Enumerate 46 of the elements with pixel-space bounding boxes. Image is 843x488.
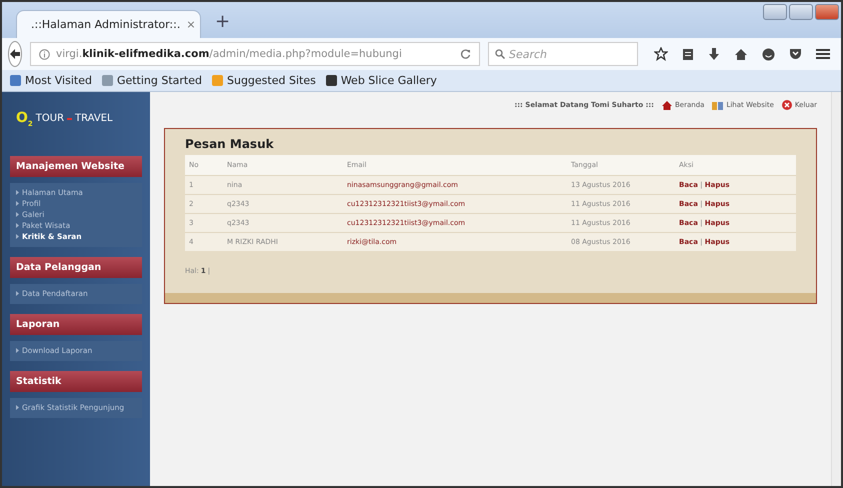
- new-tab-button[interactable]: +: [215, 11, 230, 32]
- bookmark-link[interactable]: Most Visited: [10, 74, 92, 87]
- bookmark-icon: [10, 75, 21, 86]
- house-icon: [662, 100, 672, 110]
- star-icon[interactable]: [654, 47, 668, 61]
- back-arrow-icon: [9, 48, 21, 60]
- bookmark-icon: [212, 75, 223, 86]
- reload-icon[interactable]: [460, 48, 471, 60]
- panel-title: Pesan Masuk: [185, 137, 275, 151]
- book-icon: [712, 100, 724, 110]
- clipboard-icon[interactable]: [682, 47, 694, 61]
- bullet-icon: [16, 201, 19, 206]
- bookmark-icon: [102, 75, 113, 86]
- bullet-icon: [16, 223, 19, 228]
- bookmark-link[interactable]: Suggested Sites: [212, 74, 316, 87]
- sidebar-section-title: Manajemen Website: [10, 156, 142, 177]
- site-logo: O$_{2}$ TOUR TRAVEL: [16, 110, 114, 128]
- home-icon[interactable]: [734, 48, 748, 60]
- minimize-button[interactable]: [763, 4, 787, 20]
- search-icon: [495, 49, 505, 59]
- maximize-button[interactable]: [789, 4, 813, 20]
- download-icon[interactable]: [708, 47, 720, 61]
- tab-close-button[interactable]: ×: [186, 18, 196, 31]
- browser-tab[interactable]: .::Halaman Administrator::. ×: [16, 10, 201, 38]
- bullet-icon: [16, 234, 19, 240]
- bullet-icon: [16, 212, 19, 218]
- sidebar-section-title: Laporan: [10, 314, 142, 335]
- sidebar-section-title: Data Pelanggan: [10, 256, 142, 278]
- dash-icon: [67, 118, 72, 120]
- menu-icon[interactable]: [816, 48, 830, 60]
- bullet-icon: [16, 190, 19, 196]
- bookmark-link[interactable]: Web Slice Gallery: [326, 74, 437, 87]
- bookmark-link[interactable]: Getting Started: [102, 74, 202, 87]
- pocket-icon[interactable]: [789, 48, 802, 60]
- tab-title: .::Halaman Administrator::.: [31, 18, 180, 31]
- bullet-icon: [16, 348, 19, 354]
- info-icon: [39, 48, 50, 60]
- bullet-icon: [16, 405, 19, 410]
- sidebar-section-title: Statistik: [10, 370, 142, 392]
- smiley-icon[interactable]: [762, 48, 775, 60]
- close-icon: [782, 100, 792, 110]
- address-bar[interactable]: virgi.klinik-elifmedika.com/admin/media.php?module=hubungi: [30, 42, 480, 66]
- bookmark-icon: [326, 75, 337, 86]
- scrollbar[interactable]: [831, 92, 841, 486]
- bullet-icon: [16, 291, 19, 296]
- back-button[interactable]: [8, 41, 22, 67]
